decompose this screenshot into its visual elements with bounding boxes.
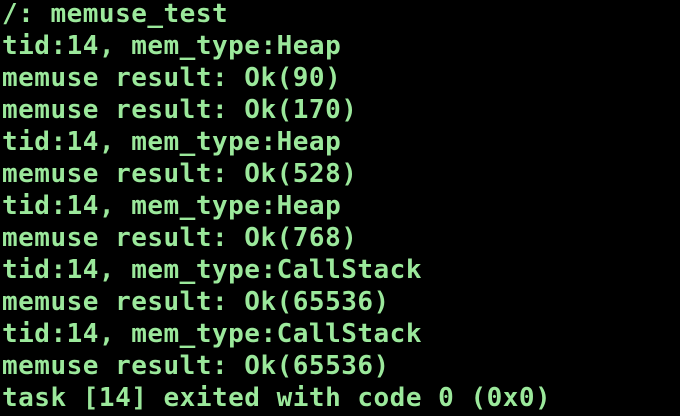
output-line: tid:14, mem_type:CallStack: [2, 319, 422, 349]
output-line: memuse result: Ok(170): [2, 95, 358, 125]
shell-prompt-line: /: memuse_test: [2, 0, 229, 29]
output-line: tid:14, mem_type:CallStack: [2, 255, 422, 285]
output-line: memuse result: Ok(65536): [2, 287, 390, 317]
output-line: memuse result: Ok(768): [2, 223, 358, 253]
terminal-window[interactable]: /: memuse_test tid:14, mem_type:Heap mem…: [0, 0, 680, 416]
output-line: memuse result: Ok(90): [2, 63, 342, 93]
output-line: tid:14, mem_type:Heap: [2, 127, 342, 157]
output-line: memuse result: Ok(528): [2, 159, 358, 189]
output-line: tid:14, mem_type:Heap: [2, 31, 342, 61]
output-line: memuse result: Ok(65536): [2, 351, 390, 381]
exit-status-line: task [14] exited with code 0 (0x0): [2, 383, 552, 413]
output-line: tid:14, mem_type:Heap: [2, 191, 342, 221]
terminal-output: /: memuse_test tid:14, mem_type:Heap mem…: [2, 0, 551, 414]
